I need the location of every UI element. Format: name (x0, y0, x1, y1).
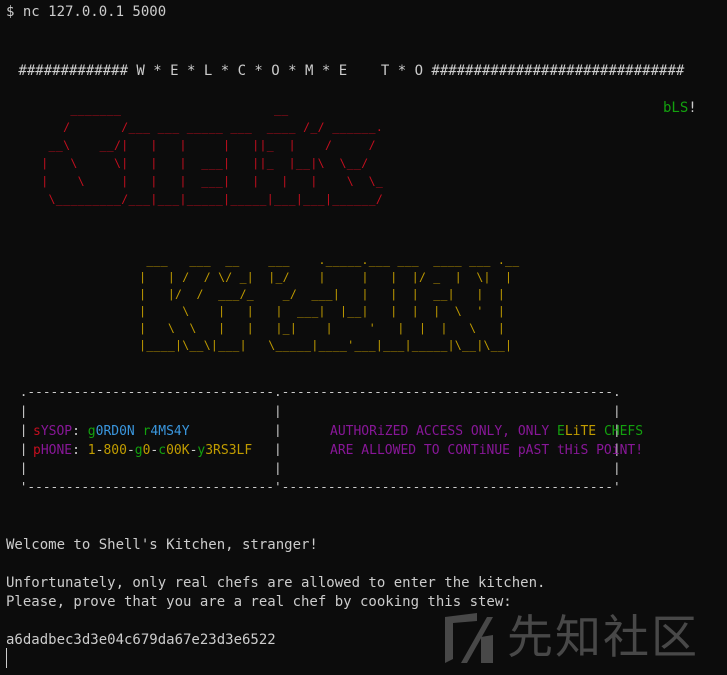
phone-n1: 1 (87, 443, 96, 458)
unfortunately-message: Unfortunately, only real chefs are allow… (6, 575, 546, 591)
bls-text: bLS (663, 100, 689, 116)
sysop-colon: : (72, 424, 88, 439)
auth-elite-rest: LiTE (564, 424, 604, 439)
auth-chefs-c: C (603, 424, 612, 439)
phone-n6: 3RS3LF (205, 443, 253, 458)
auth-elite-e: E (556, 424, 565, 439)
phone-g: g (134, 443, 143, 458)
sysop-s: s (33, 424, 41, 439)
allowed-continue-line: ARE ALLOWED TO CONTiNUE pAST tHiS POiNT! (330, 443, 644, 458)
command-prompt-line: $ nc 127.0.0.1 5000 (6, 4, 167, 20)
bls-tag: bLS! (663, 99, 697, 118)
welcome-message: Welcome to Shell's Kitchen, stranger! (6, 537, 318, 553)
auth-part1: AUTHORiZED ACCESS ONLY, ONLY (330, 424, 557, 439)
phone-label: HONE (40, 443, 73, 458)
phone-line: pHONE: 1-800-g0-c00K-y3RS3LF (33, 441, 252, 460)
terminal-window[interactable]: $ nc 127.0.0.1 5000 ############# W * E … (0, 0, 727, 675)
phone-n5: 00K (166, 443, 190, 458)
watermark-text: 先知社区 (507, 610, 699, 664)
kitchen-ascii-art: ___ ___ __ ___ ._____.___ ___ ____ ___ .… (139, 253, 520, 352)
authorized-access-line: AUTHORiZED ACCESS ONLY, ONLY ELiTE CHEFS (330, 422, 643, 441)
shell-ascii-art: _______ __ / /___ ___ _____ ___ ____ /_/… (41, 102, 384, 206)
phone-c: c (158, 443, 167, 458)
phone-d2: - (126, 443, 135, 458)
sysop-g: g (87, 424, 96, 439)
welcome-banner-line: ############# W * E * L * C * O * M * E … (10, 63, 685, 79)
sysop-label: YSOP (40, 424, 73, 439)
info-box: .--------------------------------.------… (12, 383, 718, 495)
prove-message: Please, prove that you are a real chef b… (6, 594, 512, 610)
bls-exclaim: ! (688, 100, 697, 116)
phone-p: p (33, 443, 41, 458)
sysop-space (135, 424, 143, 439)
watermark: 先知社区 (443, 607, 711, 669)
phone-n3: 00 (111, 443, 127, 458)
phone-colon: : (72, 443, 88, 458)
sysop-name1: 0RD0N (95, 424, 135, 439)
stew-hash: a6dadbec3d3e04c679da67e23d3e6522 (6, 632, 276, 648)
auth-chefs-rest: HEFS (611, 424, 644, 439)
xianzhi-logo-icon (445, 613, 493, 663)
sysop-line: sYSOP: g0RD0N r4MS4Y (33, 422, 190, 441)
text-cursor[interactable] (6, 648, 7, 668)
sysop-name2: 4MS4Y (150, 424, 190, 439)
